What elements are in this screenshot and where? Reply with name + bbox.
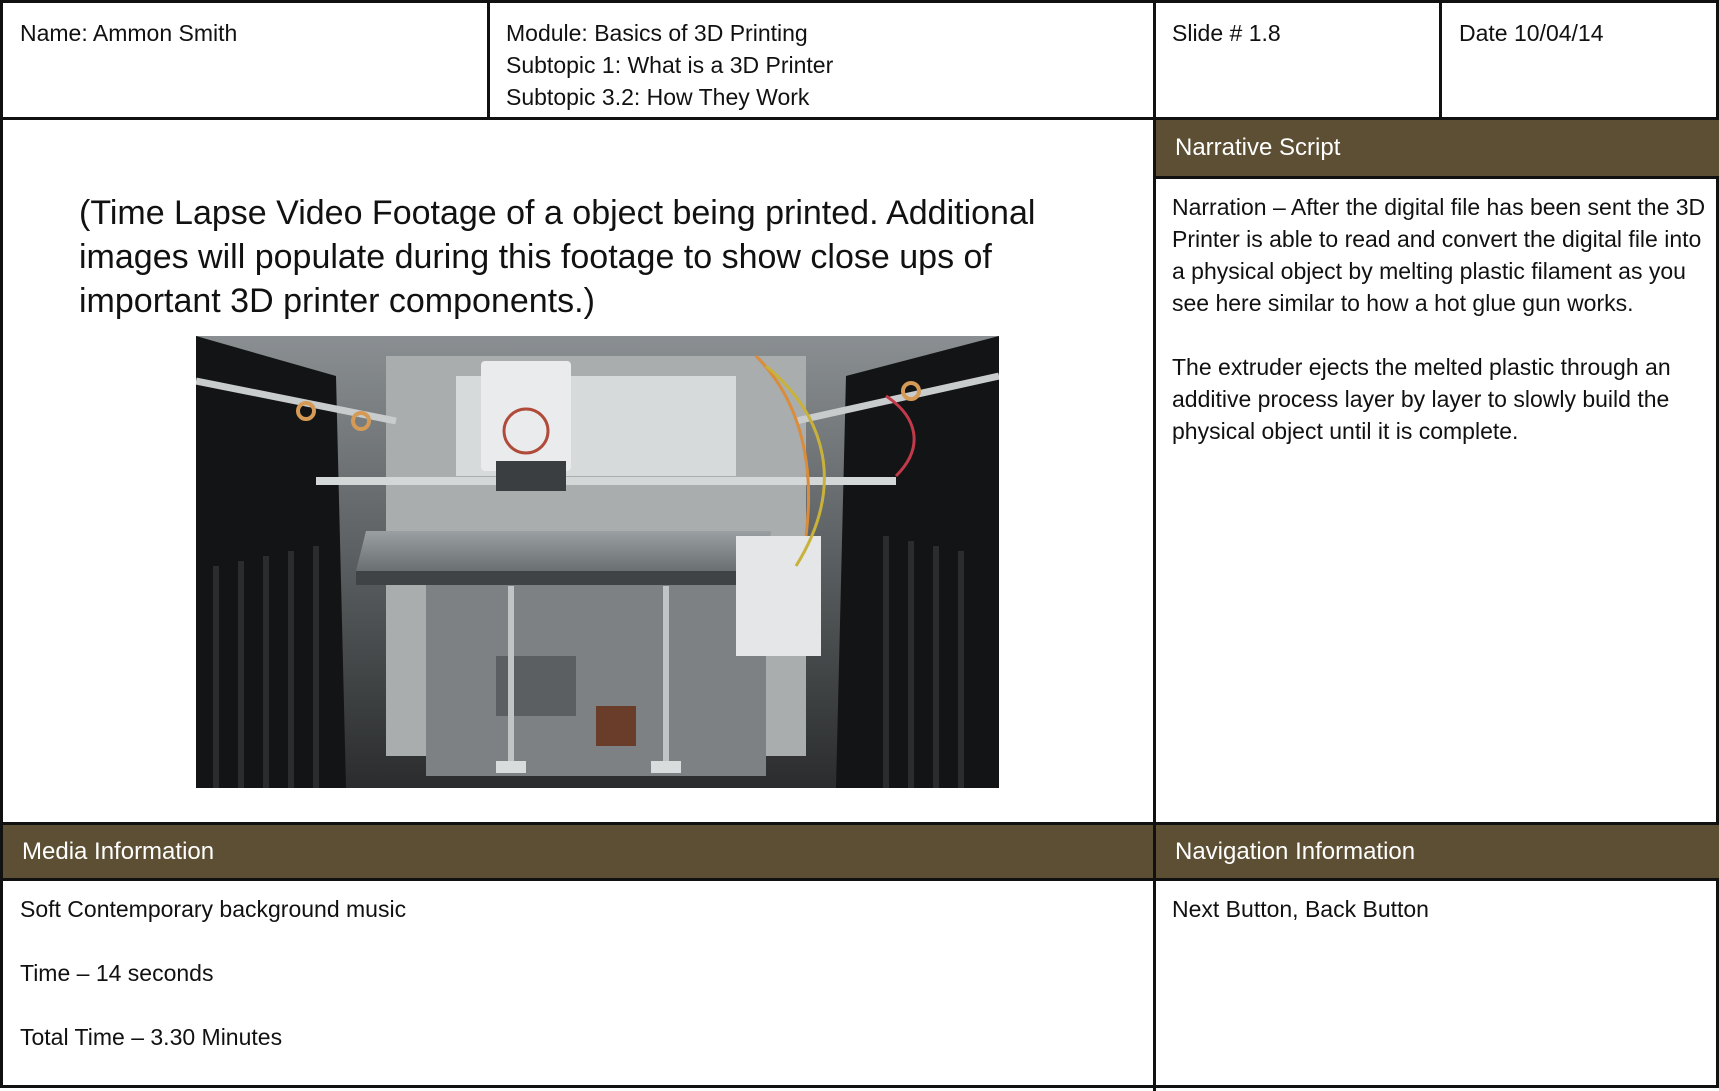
- slide-date: Date 10/04/14: [1459, 20, 1604, 46]
- module-title: Module: Basics of 3D Printing: [506, 20, 808, 46]
- narration-paragraph: Narration – After the digital file has b…: [1172, 194, 1706, 316]
- navigation-header: Navigation Information: [1156, 825, 1719, 878]
- media-line: Time – 14 seconds: [20, 960, 214, 986]
- narrative-heading: Narrative Script: [1175, 134, 1341, 161]
- narrative-body: Narration – After the digital file has b…: [1172, 191, 1712, 479]
- slide-cell: Slide # 1.8: [1172, 17, 1432, 49]
- subtopic-2: Subtopic 3.2: How They Work: [506, 84, 810, 110]
- visual-description-text: (Time Lapse Video Footage of a object be…: [79, 194, 1036, 320]
- slide-number: Slide # 1.8: [1172, 20, 1281, 46]
- printer-photo: [196, 336, 999, 788]
- visual-description: (Time Lapse Video Footage of a object be…: [79, 191, 1069, 323]
- media-header: Media Information: [3, 825, 1153, 878]
- divider: [1439, 3, 1442, 119]
- navigation-line: Next Button, Back Button: [1172, 896, 1429, 922]
- media-body: Soft Contemporary background music Time …: [20, 893, 1120, 1085]
- media-heading: Media Information: [22, 837, 215, 865]
- media-line: Soft Contemporary background music: [20, 896, 407, 922]
- module-cell: Module: Basics of 3D Printing Subtopic 1…: [506, 17, 1146, 113]
- divider: [3, 878, 1719, 881]
- subtopic-1: Subtopic 1: What is a 3D Printer: [506, 52, 834, 78]
- divider: [487, 3, 490, 119]
- name-cell: Name: Ammon Smith: [20, 17, 480, 49]
- narration-paragraph: The extruder ejects the melted plastic t…: [1172, 354, 1671, 444]
- divider: [1153, 176, 1719, 179]
- media-line: Total Time – 3.30 Minutes: [20, 1024, 283, 1050]
- narrative-header: Narrative Script: [1156, 120, 1719, 176]
- author-name: Name: Ammon Smith: [20, 20, 238, 46]
- 3d-printer-image: [196, 336, 999, 788]
- storyboard-page: Name: Ammon Smith Module: Basics of 3D P…: [0, 0, 1719, 1091]
- navigation-heading: Navigation Information: [1175, 837, 1416, 865]
- navigation-body: Next Button, Back Button: [1172, 893, 1712, 957]
- date-cell: Date 10/04/14: [1459, 17, 1709, 49]
